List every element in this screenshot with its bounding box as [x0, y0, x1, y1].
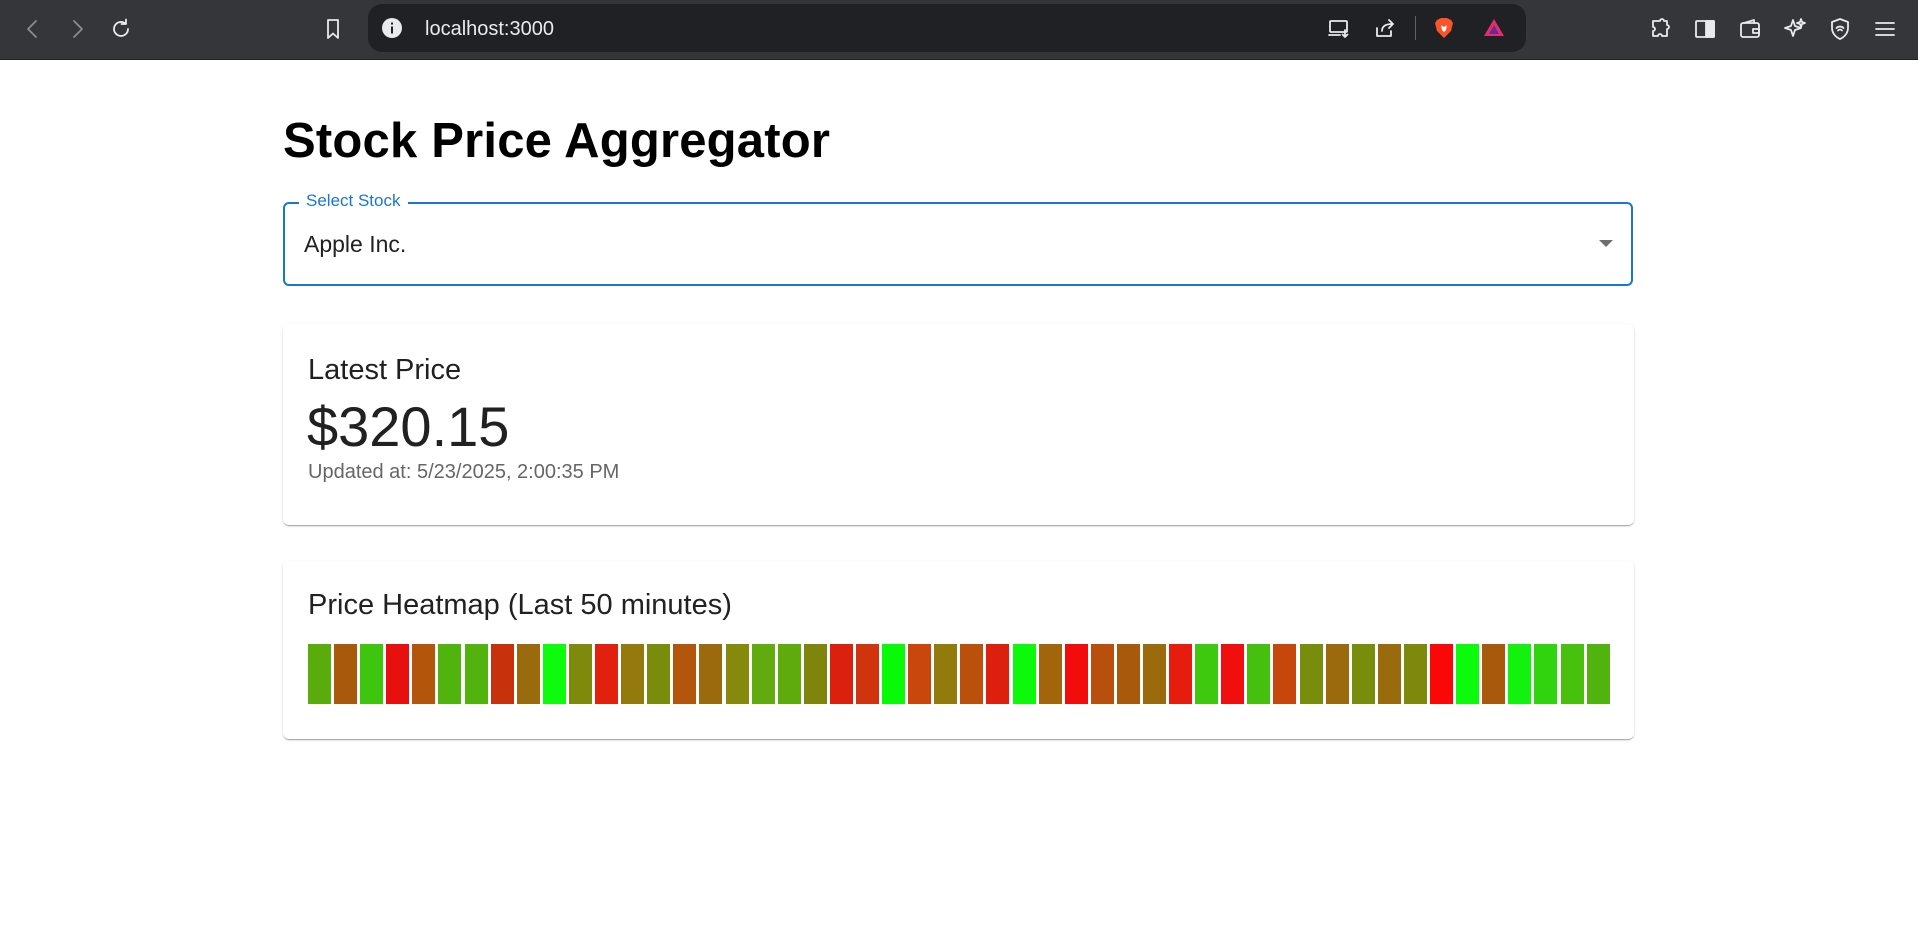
brave-shields-icon[interactable]: [1429, 13, 1459, 43]
heatmap-cell[interactable]: [882, 644, 906, 704]
heatmap-cell[interactable]: [1038, 644, 1062, 704]
heatmap-cell[interactable]: [673, 644, 697, 704]
heatmap-cell[interactable]: [334, 644, 358, 704]
heatmap-cell[interactable]: [1508, 644, 1532, 704]
heatmap-cell[interactable]: [777, 644, 801, 704]
heatmap-cell[interactable]: [1247, 644, 1271, 704]
heatmap-cell[interactable]: [908, 644, 932, 704]
select-label: Select Stock: [299, 191, 408, 211]
heatmap-cell[interactable]: [568, 644, 592, 704]
heatmap-cell[interactable]: [1064, 644, 1088, 704]
heatmap-cell[interactable]: [516, 644, 540, 704]
heatmap-cell[interactable]: [1560, 644, 1584, 704]
heatmap-title: Price Heatmap (Last 50 minutes): [308, 589, 732, 621]
reload-icon[interactable]: [106, 14, 136, 44]
heatmap-cell[interactable]: [1299, 644, 1323, 704]
heatmap-cell[interactable]: [621, 644, 645, 704]
heatmap-cell[interactable]: [1377, 644, 1401, 704]
vpn-icon[interactable]: [1825, 14, 1855, 44]
heatmap-cell[interactable]: [1221, 644, 1245, 704]
bookmark-icon[interactable]: [318, 14, 348, 44]
leo-ai-icon[interactable]: [1780, 14, 1810, 44]
heatmap-cell[interactable]: [1169, 644, 1193, 704]
heatmap-cell[interactable]: [934, 644, 958, 704]
heatmap-cell[interactable]: [1195, 644, 1219, 704]
select-value[interactable]: Apple Inc.: [304, 231, 406, 258]
latest-price-value: $320.15: [307, 395, 510, 458]
heatmap-cell[interactable]: [490, 644, 514, 704]
heatmap-cell[interactable]: [1351, 644, 1375, 704]
heatmap-cell[interactable]: [308, 644, 331, 704]
heatmap-cell[interactable]: [595, 644, 619, 704]
heatmap-cell[interactable]: [464, 644, 488, 704]
site-info-icon[interactable]: [380, 16, 404, 40]
address-bar[interactable]: localhost:3000: [368, 4, 1526, 52]
heatmap-cell[interactable]: [1456, 644, 1480, 704]
heatmap-cell[interactable]: [1430, 644, 1454, 704]
sidebar-icon[interactable]: [1690, 14, 1720, 44]
heatmap-cell[interactable]: [725, 644, 749, 704]
heatmap-cell[interactable]: [1482, 644, 1506, 704]
heatmap-cell[interactable]: [855, 644, 879, 704]
heatmap-cell[interactable]: [412, 644, 436, 704]
stock-select[interactable]: Select Stock Apple Inc.: [283, 191, 1633, 286]
heatmap-cell[interactable]: [1325, 644, 1349, 704]
url-text[interactable]: localhost:3000: [425, 18, 554, 41]
heatmap-cell[interactable]: [829, 644, 853, 704]
heatmap-cell[interactable]: [1090, 644, 1114, 704]
forward-icon[interactable]: [62, 14, 92, 44]
heatmap-cell[interactable]: [960, 644, 984, 704]
menu-icon[interactable]: [1870, 14, 1900, 44]
heatmap-cell[interactable]: [647, 644, 671, 704]
updated-timestamp: Updated at: 5/23/2025, 2:00:35 PM: [308, 461, 620, 483]
heatmap-cell[interactable]: [386, 644, 410, 704]
back-icon[interactable]: [18, 14, 48, 44]
heatmap-cell[interactable]: [1143, 644, 1166, 704]
heatmap-cell[interactable]: [699, 644, 723, 704]
heatmap-cell[interactable]: [1586, 644, 1610, 704]
page-content: Stock Price Aggregator Select Stock Appl…: [0, 60, 1918, 941]
heatmap-cell[interactable]: [360, 644, 384, 704]
heatmap-cell[interactable]: [1403, 644, 1427, 704]
share-icon[interactable]: [1370, 13, 1400, 43]
heatmap-card: Price Heatmap (Last 50 minutes): [283, 561, 1634, 739]
cast-icon[interactable]: [1324, 13, 1354, 43]
chevron-down-icon[interactable]: [1599, 240, 1613, 247]
brave-rewards-icon[interactable]: [1479, 13, 1509, 43]
browser-toolbar: localhost:3000: [0, 0, 1918, 60]
heatmap-cell[interactable]: [986, 644, 1010, 704]
page-title: Stock Price Aggregator: [283, 114, 831, 168]
latest-price-card: Latest Price $320.15 Updated at: 5/23/20…: [283, 324, 1634, 525]
extensions-icon[interactable]: [1646, 14, 1676, 44]
heatmap-cell[interactable]: [438, 644, 462, 704]
heatmap-cell[interactable]: [803, 644, 827, 704]
heatmap-cell[interactable]: [1273, 644, 1297, 704]
wallet-icon[interactable]: [1735, 14, 1765, 44]
heatmap-cell[interactable]: [1534, 644, 1558, 704]
heatmap-cell[interactable]: [1116, 644, 1140, 704]
heatmap-cell[interactable]: [751, 644, 775, 704]
price-heatmap: [308, 644, 1613, 704]
latest-price-title: Latest Price: [308, 354, 462, 386]
heatmap-cell[interactable]: [1012, 644, 1036, 704]
heatmap-cell[interactable]: [542, 644, 566, 704]
